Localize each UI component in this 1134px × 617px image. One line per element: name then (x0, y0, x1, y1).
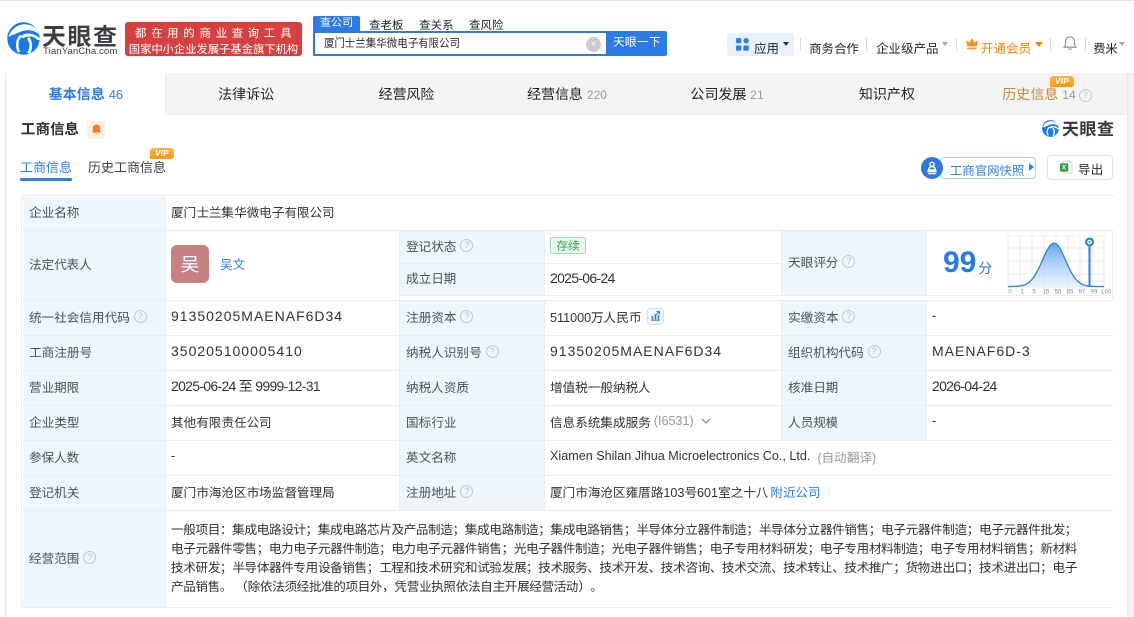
svg-text:0: 0 (1008, 290, 1012, 296)
svg-text:99: 99 (1091, 290, 1098, 296)
svg-text:85: 85 (1067, 290, 1074, 296)
svg-text:15: 15 (1043, 290, 1050, 296)
svg-text:50: 50 (1055, 290, 1062, 296)
svg-text:1: 1 (1020, 290, 1024, 296)
svg-text:X: X (1062, 165, 1067, 172)
svg-text:100: 100 (1101, 290, 1111, 296)
svg-text:5: 5 (1032, 290, 1036, 296)
svg-text:97: 97 (1079, 290, 1086, 296)
